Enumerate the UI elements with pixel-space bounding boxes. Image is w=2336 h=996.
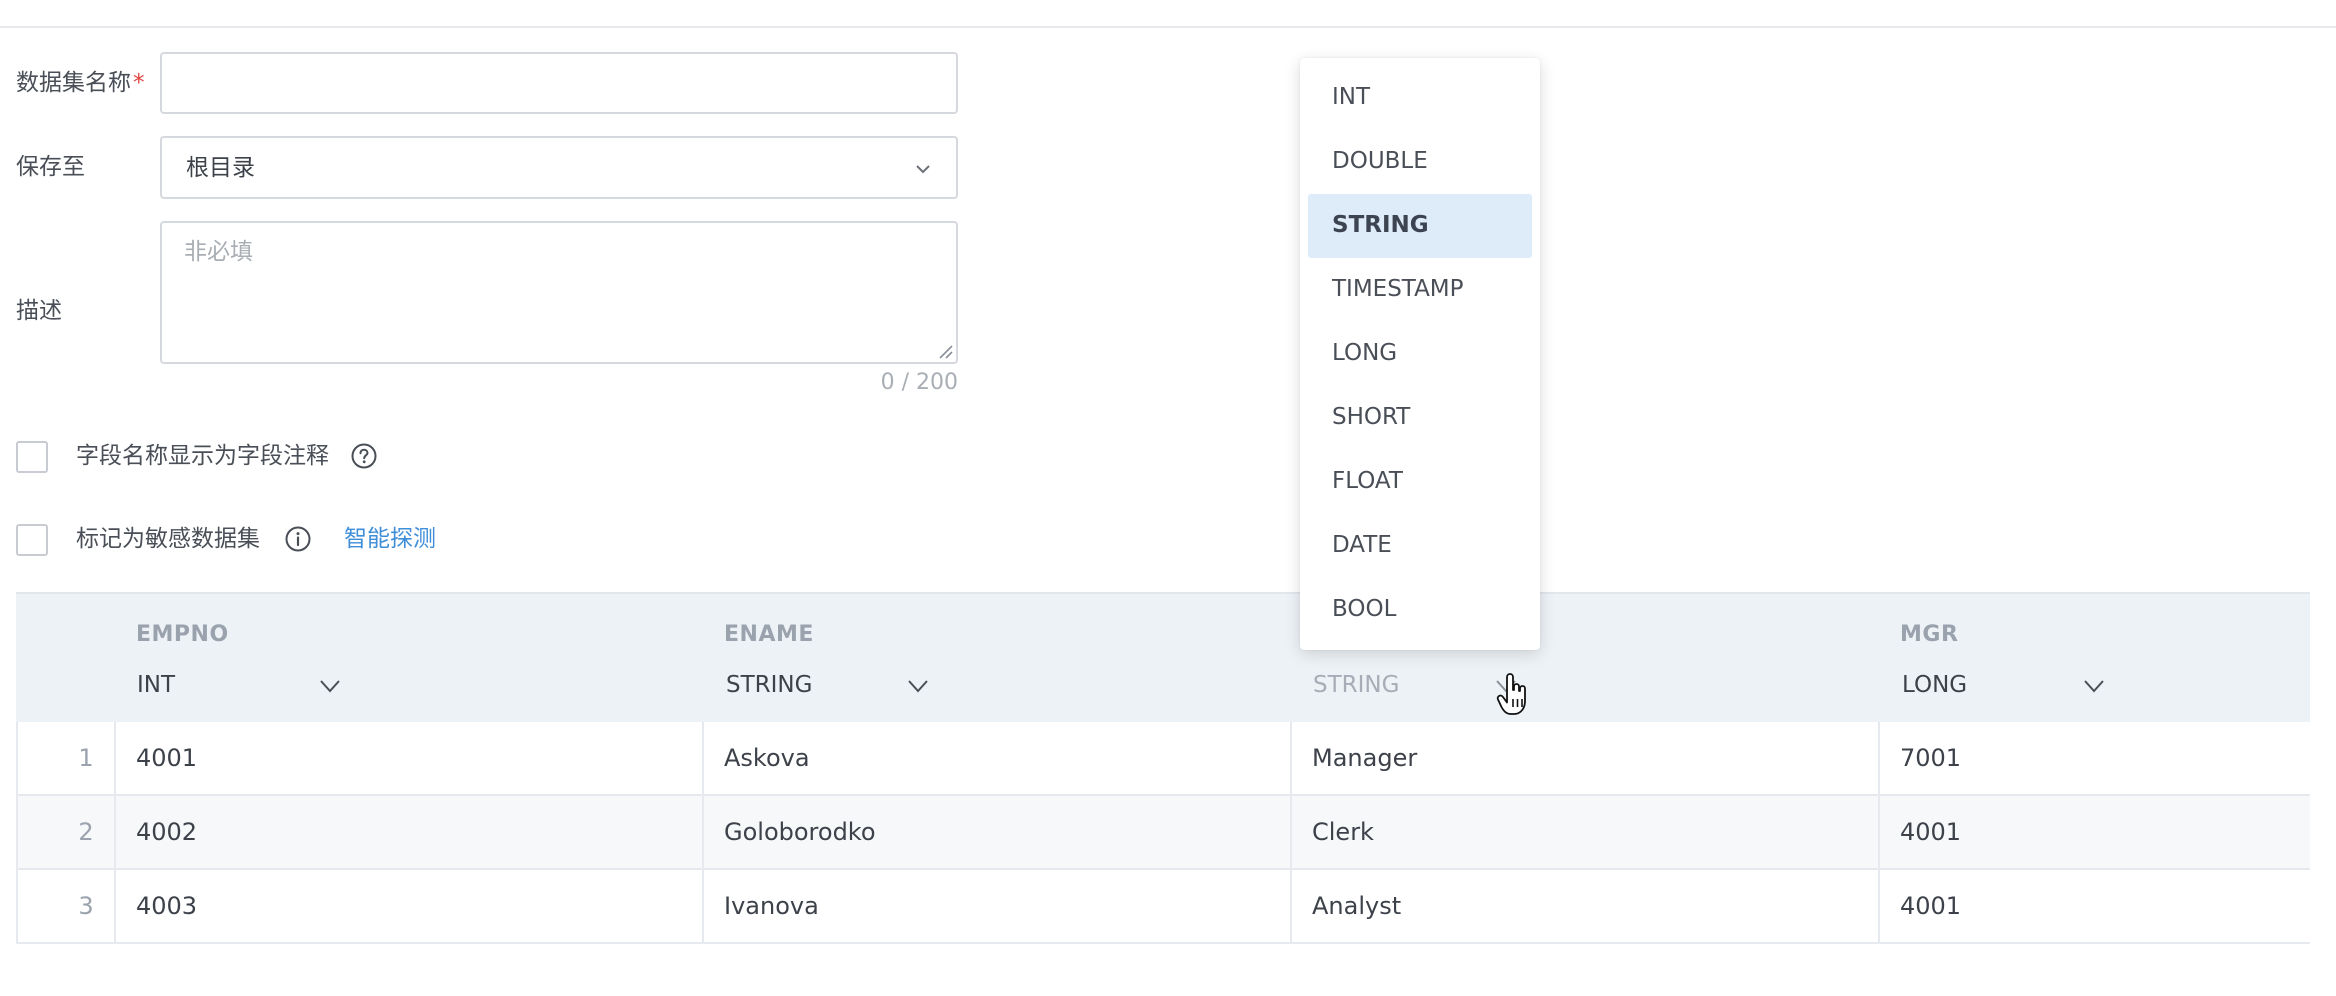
type-option-short[interactable]: SHORT [1308, 386, 1532, 450]
table-cell: Manager [1312, 744, 1418, 772]
table-cell: Goloborodko [724, 818, 876, 846]
table-row: 3 4003 Ivanova Analyst 4001 [16, 870, 2310, 944]
save-to-label: 保存至 [16, 154, 85, 180]
description-placeholder: 非必填 [184, 239, 253, 265]
info-circle-icon[interactable] [284, 525, 312, 553]
type-dropdown-menu: INT DOUBLE STRING TIMESTAMP LONG SHORT F… [1300, 58, 1540, 650]
column-header-ename: ENAME [724, 622, 814, 647]
description-textarea[interactable]: 非必填 [160, 221, 958, 364]
dataset-name-input[interactable] [160, 52, 958, 114]
type-option-double[interactable]: DOUBLE [1308, 130, 1532, 194]
hand-pointer-icon [1496, 673, 1526, 715]
column-type-empno[interactable]: INT [137, 674, 175, 697]
table-cell: 4003 [136, 892, 198, 920]
column-divider [1878, 722, 1880, 943]
type-option-bool[interactable]: BOOL [1308, 578, 1532, 642]
type-option-int[interactable]: INT [1308, 66, 1532, 130]
table-cell: Ivanova [724, 892, 819, 920]
chevron-down-icon[interactable] [318, 674, 342, 698]
table-cell: 4001 [1900, 892, 1962, 920]
resize-handle-icon[interactable] [936, 342, 954, 360]
column-header-mgr: MGR [1900, 622, 1959, 647]
type-option-string[interactable]: STRING [1308, 194, 1532, 258]
table-cell: 7001 [1900, 744, 1962, 772]
sensitive-dataset-label: 标记为敏感数据集 [76, 526, 260, 552]
save-to-select[interactable]: 根目录 [160, 136, 958, 199]
column-type-mgr[interactable]: LONG [1902, 674, 1967, 697]
type-option-long[interactable]: LONG [1308, 322, 1532, 386]
column-divider [702, 722, 704, 943]
save-to-value: 根目录 [186, 155, 255, 181]
table-cell: 4001 [136, 744, 198, 772]
table-row: 2 4002 Goloborodko Clerk 4001 [16, 796, 2310, 870]
column-divider [114, 722, 116, 943]
table-cell: Clerk [1312, 818, 1374, 846]
dataset-name-label: 数据集名称* [16, 70, 145, 96]
column-type-ename[interactable]: STRING [726, 674, 812, 697]
table-header: EMPNO INT ENAME STRING STRING MGR LONG [16, 592, 2310, 722]
smart-detect-link[interactable]: 智能探测 [344, 528, 436, 551]
description-counter: 0 / 200 [880, 370, 958, 395]
field-comment-checkbox[interactable] [16, 441, 48, 473]
sensitive-dataset-checkbox[interactable] [16, 524, 48, 556]
chevron-down-icon [916, 165, 930, 174]
table-cell: 4002 [136, 818, 198, 846]
table-cell: Analyst [1312, 892, 1402, 920]
top-divider [0, 26, 2336, 28]
chevron-down-icon[interactable] [2082, 674, 2106, 698]
table-border-left [16, 722, 18, 943]
column-header-empno: EMPNO [136, 622, 229, 647]
table-row: 1 4001 Askova Manager 7001 [16, 722, 2310, 796]
table-cell: Askova [724, 744, 810, 772]
description-label: 描述 [16, 298, 62, 324]
field-comment-label: 字段名称显示为字段注释 [76, 443, 329, 469]
type-option-date[interactable]: DATE [1308, 514, 1532, 578]
data-table: EMPNO INT ENAME STRING STRING MGR LONG 1… [16, 592, 2310, 944]
column-divider [1290, 722, 1292, 943]
required-mark: * [133, 70, 145, 96]
type-option-timestamp[interactable]: TIMESTAMP [1308, 258, 1532, 322]
chevron-down-icon[interactable] [906, 674, 930, 698]
column-type-job[interactable]: STRING [1313, 674, 1399, 697]
table-cell: 4001 [1900, 818, 1962, 846]
question-circle-icon[interactable] [350, 442, 378, 470]
type-option-float[interactable]: FLOAT [1308, 450, 1532, 514]
